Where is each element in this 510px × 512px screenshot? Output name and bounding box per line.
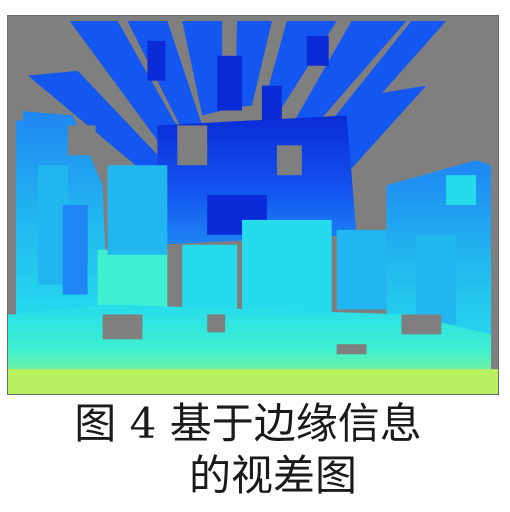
disparity-map-figure xyxy=(7,15,499,395)
disparity-map-image xyxy=(8,16,498,394)
figure-caption-line1: 图 4 基于边缘信息 xyxy=(74,399,422,448)
figure-caption-line2: 的视差图 xyxy=(188,451,357,500)
